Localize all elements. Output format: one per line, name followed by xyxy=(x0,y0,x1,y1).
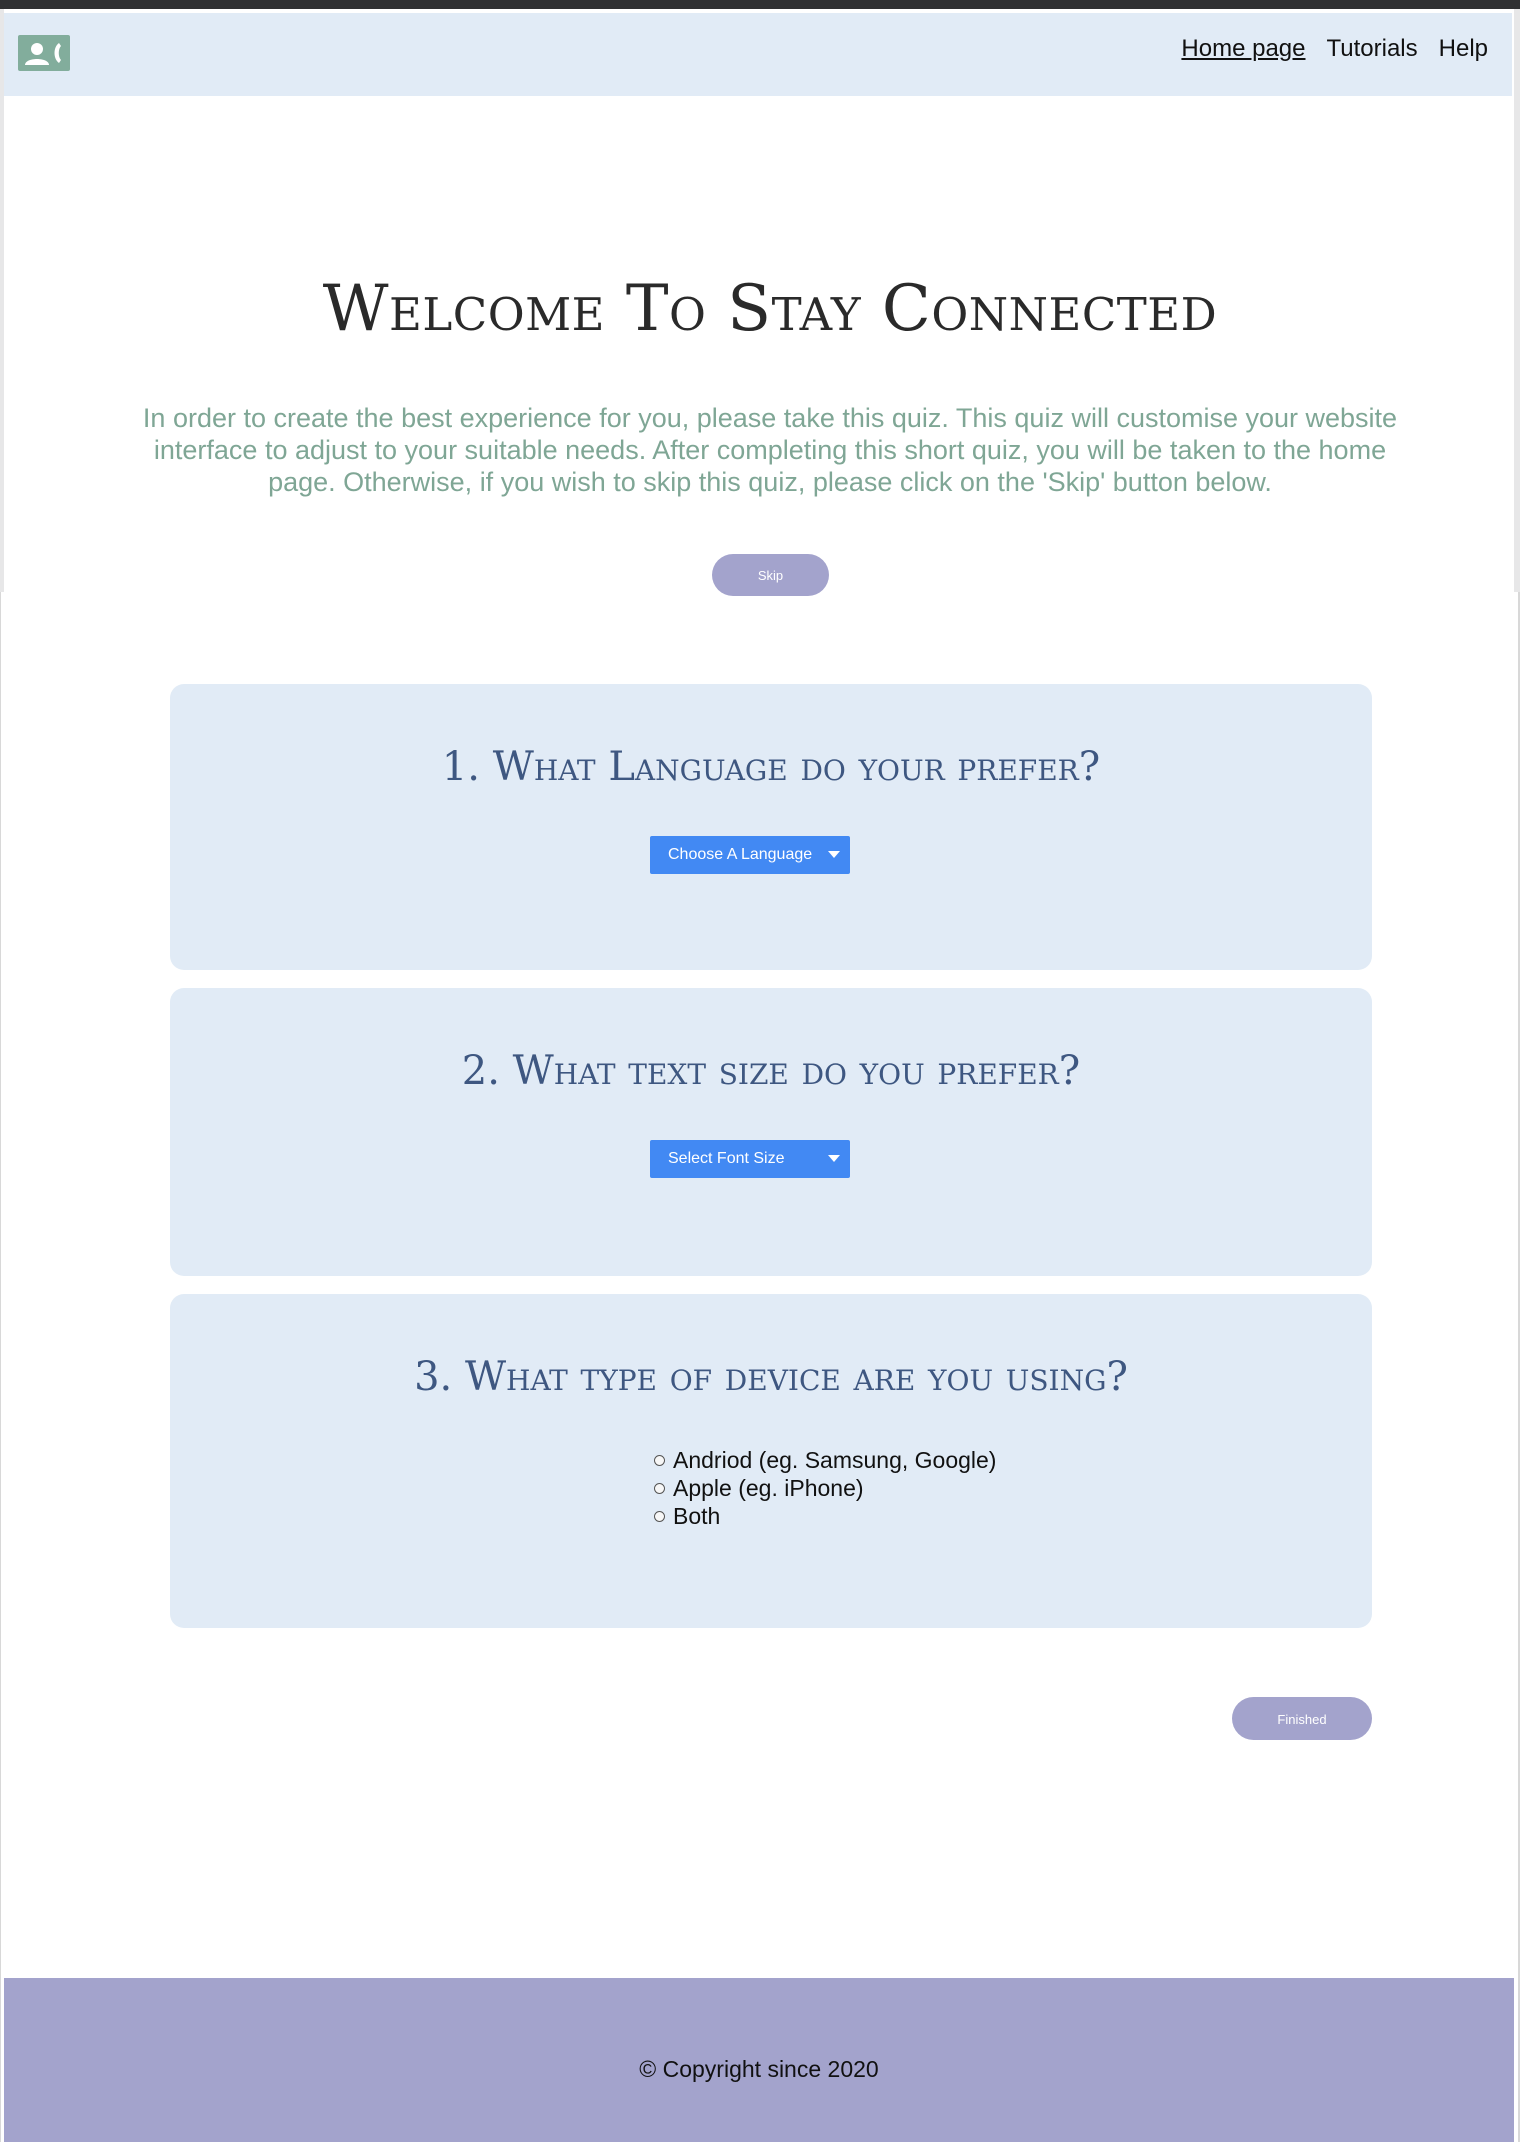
intro-text: In order to create the best experience f… xyxy=(142,403,1398,497)
device-radio-group: Andriod (eg. Samsung, Google) Apple (eg.… xyxy=(654,1446,996,1530)
nav-links: Home page Tutorials Help xyxy=(1181,35,1488,63)
radio-button[interactable] xyxy=(654,1454,665,1466)
language-dropdown[interactable]: Choose A Language xyxy=(650,836,850,874)
nav-help-link[interactable]: Help xyxy=(1439,35,1488,63)
radio-label: Both xyxy=(673,1502,721,1529)
footer: © Copyright since 2020 xyxy=(4,1978,1514,2142)
radio-label: Andriod (eg. Samsung, Google) xyxy=(673,1446,997,1473)
window-edge xyxy=(0,592,1,2142)
caret-down-icon xyxy=(828,851,840,858)
nav-home-link[interactable]: Home page xyxy=(1181,35,1305,63)
question-title: 1. What Language do your prefer? xyxy=(441,744,1101,790)
device-option-both[interactable]: Both xyxy=(654,1502,996,1530)
caret-down-icon xyxy=(828,1155,840,1162)
radio-button[interactable] xyxy=(654,1482,665,1494)
radio-label: Apple (eg. iPhone) xyxy=(673,1474,864,1501)
browser-top-strip xyxy=(0,0,1520,9)
device-option-android[interactable]: Andriod (eg. Samsung, Google) xyxy=(654,1446,996,1474)
finished-button[interactable]: Finished xyxy=(1232,1697,1372,1740)
question-card-device: 3. What type of device are you using? An… xyxy=(170,1294,1372,1628)
copyright-text: © Copyright since 2020 xyxy=(639,2056,879,2082)
nav-tutorials-link[interactable]: Tutorials xyxy=(1327,35,1418,63)
question-title: 2. What text size do you prefer? xyxy=(461,1048,1081,1094)
radio-button[interactable] xyxy=(654,1510,665,1522)
page-title: Welcome To Stay Connected xyxy=(322,272,1218,346)
device-option-apple[interactable]: Apple (eg. iPhone) xyxy=(654,1474,996,1502)
font-size-dropdown[interactable]: Select Font Size xyxy=(650,1140,850,1178)
contact-phone-icon[interactable] xyxy=(18,35,70,71)
dropdown-label: Choose A Language xyxy=(668,846,813,863)
question-card-language: 1. What Language do your prefer? Choose … xyxy=(170,684,1372,970)
question-card-text-size: 2. What text size do you prefer? Select … xyxy=(170,988,1372,1276)
navbar: Home page Tutorials Help xyxy=(4,13,1512,96)
dropdown-label: Select Font Size xyxy=(668,1150,785,1167)
question-title: 3. What type of device are you using? xyxy=(414,1354,1128,1400)
skip-button[interactable]: Skip xyxy=(712,554,829,596)
